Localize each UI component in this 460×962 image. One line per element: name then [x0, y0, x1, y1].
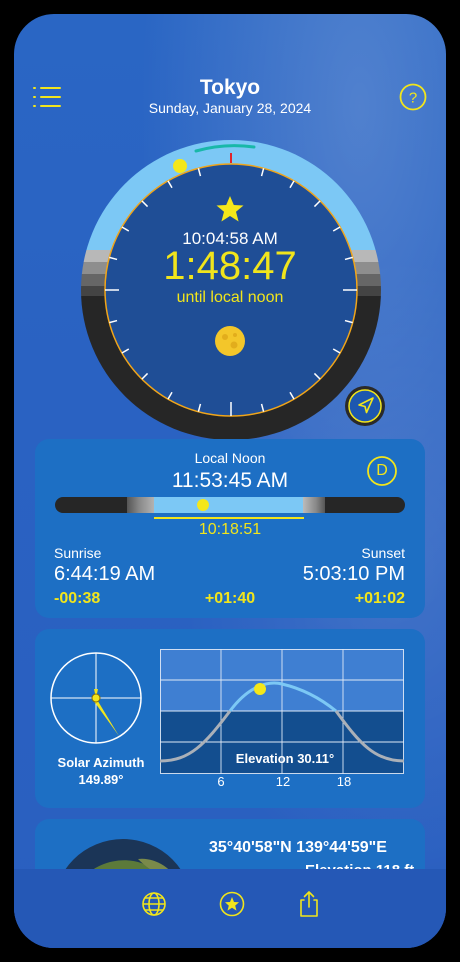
azimuth-label: Solar Azimuth: [57, 755, 145, 770]
mode-badge[interactable]: D: [366, 455, 398, 487]
svg-text:?: ?: [409, 90, 417, 107]
daylight-bar-sun-marker: [197, 499, 209, 511]
sunset-delta: +01:02: [354, 590, 405, 607]
tab-globe[interactable]: [139, 889, 169, 919]
countdown-label: until local noon: [176, 289, 284, 306]
sunset-label: Sunset: [361, 545, 405, 561]
tab-share[interactable]: [294, 889, 324, 919]
azimuth-value: 149.89°: [78, 772, 124, 787]
countdown-timer: 1:48:47: [163, 244, 297, 288]
mode-badge-label: D: [376, 462, 388, 479]
star-icon: [215, 194, 245, 224]
daylight-card: Local Noon 11:53:45 AM D 10:18:51 Sunris…: [35, 439, 425, 618]
elevation-label: Elevation 30.11°: [235, 751, 335, 766]
location-arrow-icon: [345, 386, 385, 426]
daylight-bar: [55, 497, 405, 513]
tab-bar: [14, 869, 446, 948]
day-length: 10:18:51: [198, 521, 262, 538]
locate-button[interactable]: [344, 385, 386, 427]
star-circle-icon: [219, 891, 245, 917]
coordinates: 35°40'58"N 139°44'59"E: [209, 839, 387, 856]
date-subtitle: Sunday, January 28, 2024: [148, 100, 312, 116]
day-length-underline: [154, 517, 304, 519]
question-circle-icon: ?: [399, 83, 427, 111]
x-tick-12: 12: [275, 774, 291, 789]
tab-favorites[interactable]: [217, 889, 247, 919]
share-icon: [300, 891, 318, 917]
azimuth-compass: [50, 652, 142, 744]
x-tick-6: 6: [217, 774, 225, 789]
moon-icon: [214, 325, 246, 357]
x-tick-18: 18: [336, 774, 352, 789]
app-screen: Tokyo Sunday, January 28, 2024 ? 10:04:5…: [14, 14, 446, 948]
sunset-time: 5:03:10 PM: [302, 563, 405, 585]
globe-icon: [142, 892, 166, 916]
city-title: Tokyo: [199, 76, 261, 99]
help-button[interactable]: ?: [398, 82, 428, 112]
sunrise-time: 6:44:19 AM: [54, 563, 156, 585]
sunrise-label: Sunrise: [54, 545, 102, 561]
solar-position-card: Solar Azimuth 149.89° Elevation 30.11° 6…: [35, 629, 425, 808]
